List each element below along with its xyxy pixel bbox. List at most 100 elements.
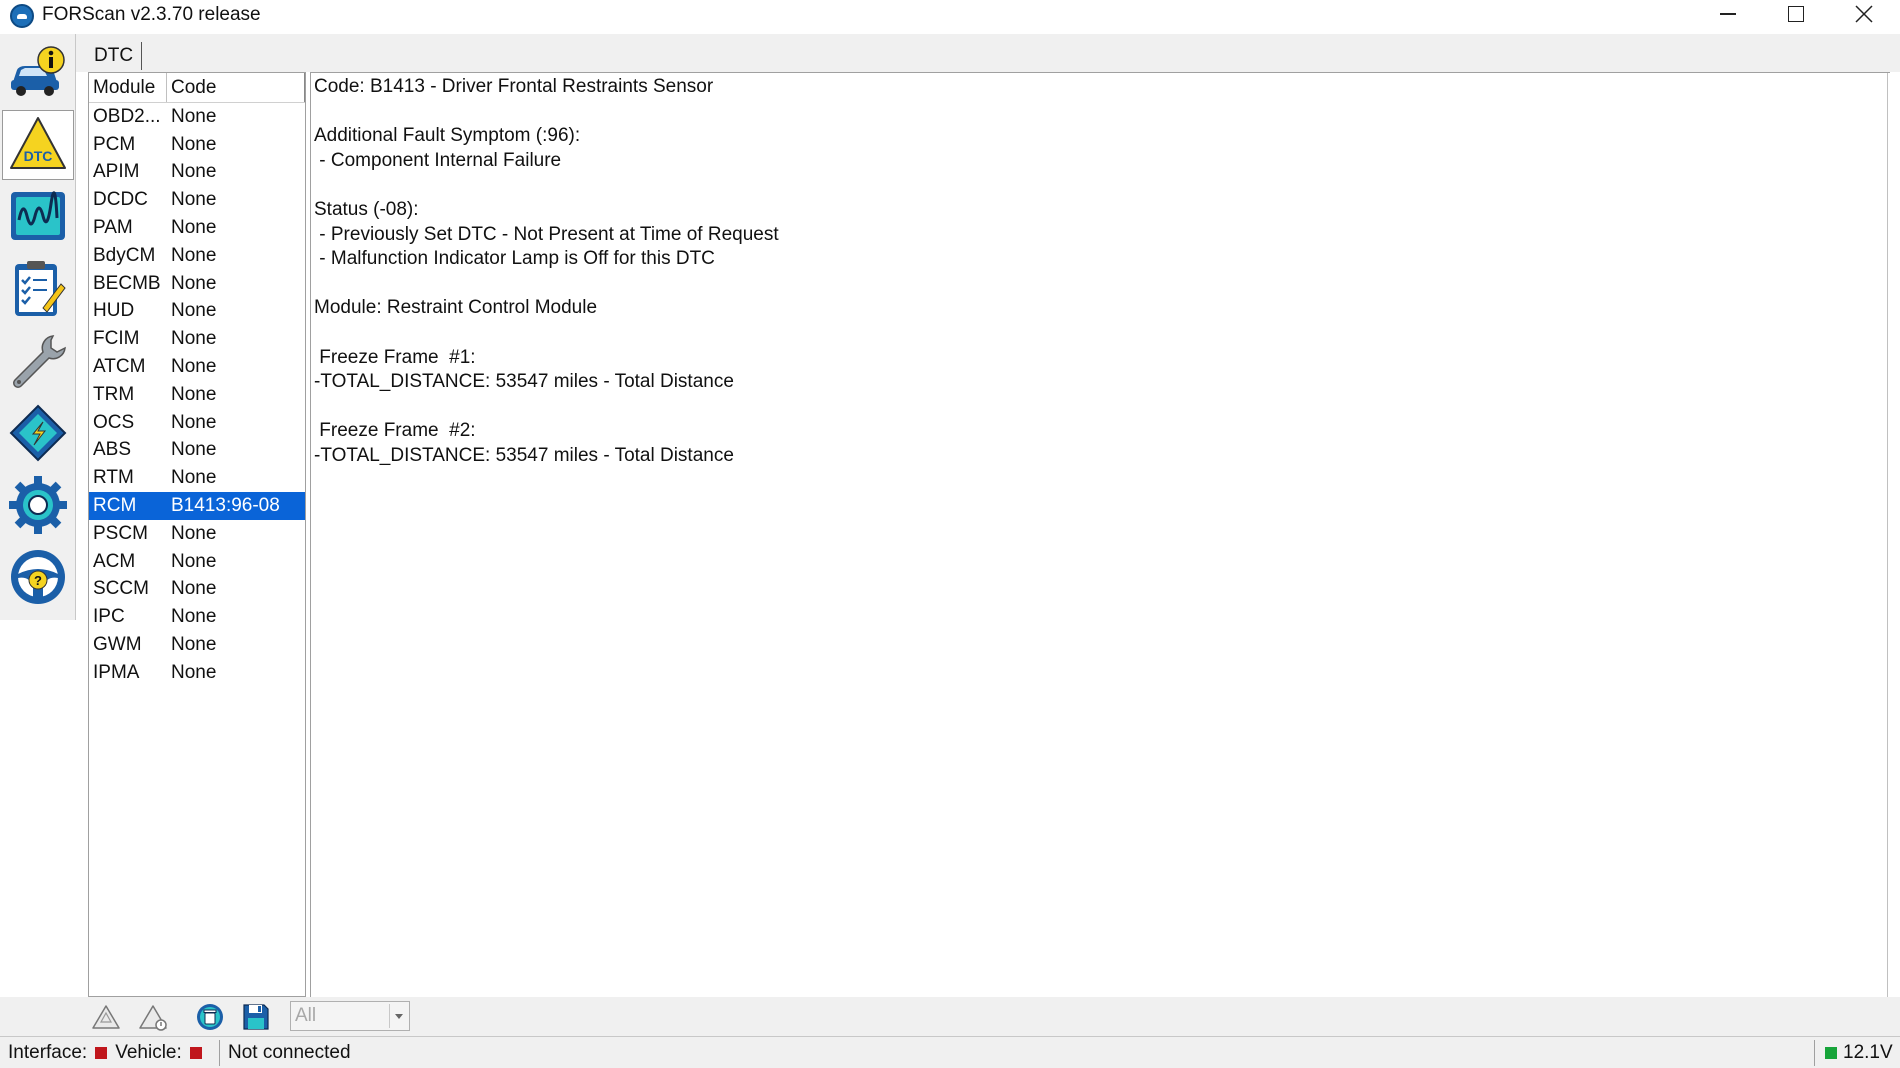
module-code: None (171, 161, 217, 183)
detail-line: Freeze Frame #1: (314, 346, 476, 368)
module-name: IPC (93, 606, 125, 628)
detail-line: -TOTAL_DISTANCE: 53547 miles - Total Dis… (314, 445, 734, 466)
module-row-sccm[interactable]: SCCM None (89, 576, 305, 604)
module-name: RCM (93, 495, 137, 517)
module-code: None (171, 356, 217, 378)
interface-status-led (95, 1047, 108, 1059)
module-row-ipc[interactable]: IPC None (89, 603, 305, 631)
column-header-code[interactable]: Code (167, 73, 305, 102)
window-title: FORScan v2.3.70 release (42, 4, 261, 25)
warning-details-icon (139, 1005, 167, 1031)
detail-line: - Component Internal Failure (314, 149, 562, 171)
wrench-icon (13, 335, 66, 388)
module-code: None (171, 383, 217, 405)
column-header-module[interactable]: Module (89, 73, 167, 102)
checklist-icon (15, 261, 66, 316)
module-code: None (171, 661, 217, 683)
module-row-ocs[interactable]: OCS None (89, 409, 305, 437)
module-code: None (171, 189, 217, 211)
voltage-value: 12.1V (1843, 1042, 1893, 1063)
module-row-obd2[interactable]: OBD2... None (89, 103, 305, 131)
sidebar-item-oscilloscope[interactable] (2, 182, 74, 252)
save-button[interactable] (238, 1001, 274, 1033)
module-name: DCDC (93, 189, 148, 211)
sidebar-item-dtc[interactable]: DTC (2, 110, 74, 180)
tab-dtc[interactable]: DTC (86, 42, 143, 70)
interface-label: Interface: (8, 1042, 88, 1063)
detail-line: -TOTAL_DISTANCE: 53547 miles - Total Dis… (314, 371, 734, 393)
sidebar-item-vehicle-info[interactable] (2, 38, 74, 108)
module-row-rtm[interactable]: RTM None (89, 464, 305, 492)
sidebar-item-service[interactable] (2, 326, 74, 396)
module-row-dcdc[interactable]: DCDC None (89, 186, 305, 214)
dtc-warning-icon: DTC (10, 117, 66, 169)
module-name: IPMA (93, 661, 140, 683)
module-row-gwm[interactable]: GWM None (89, 631, 305, 659)
detail-scrollbar[interactable] (1887, 73, 1890, 997)
module-code: None (171, 467, 217, 489)
read-dtc-details-button[interactable] (136, 1001, 172, 1033)
module-row-ipma[interactable]: IPMA None (89, 659, 305, 687)
minimize-icon (1720, 13, 1736, 15)
module-row-rcm[interactable]: RCM B1413:96-08 (89, 492, 305, 520)
title-bar: FORScan v2.3.70 release (0, 0, 1900, 34)
detail-line: Freeze Frame #2: (314, 420, 476, 442)
module-list[interactable]: Module Code OBD2... None PCM None APIM None DC… (88, 72, 306, 997)
module-code: None (171, 328, 217, 350)
module-row-trm[interactable]: TRM None (89, 381, 305, 409)
oscilloscope-icon (11, 191, 65, 240)
module-code: None (171, 300, 217, 322)
module-code: None (171, 634, 217, 656)
module-row-atcm[interactable]: ATCM None (89, 353, 305, 381)
sidebar-item-settings[interactable] (2, 470, 74, 540)
close-button[interactable] (1830, 0, 1898, 28)
trash-icon (197, 1004, 223, 1030)
close-icon (1855, 5, 1873, 23)
module-row-bdycm[interactable]: BdyCM None (89, 242, 305, 270)
detail-line: Code: B1413 - Driver Frontal Restraints … (314, 76, 714, 97)
dtc-detail-panel: Code: B1413 - Driver Frontal Restraints … (310, 72, 1890, 997)
minimize-button[interactable] (1694, 0, 1762, 28)
detail-line: Status (-08): (314, 199, 419, 220)
detail-line: - Previously Set DTC - Not Present at Ti… (314, 223, 779, 245)
sidebar-item-help[interactable]: ? (2, 542, 74, 612)
connection-status: Not connected (228, 1042, 351, 1063)
module-row-acm[interactable]: ACM None (89, 548, 305, 576)
module-code: None (171, 606, 217, 628)
module-name: PSCM (93, 522, 148, 544)
maximize-button[interactable] (1762, 0, 1830, 28)
module-row-fcim[interactable]: FCIM None (89, 325, 305, 353)
dtc-filter-select[interactable]: All (290, 1001, 410, 1031)
read-dtc-button[interactable] (88, 1001, 124, 1033)
car-info-icon (11, 46, 65, 96)
status-bar: Interface: Vehicle: Not connected 12.1V (0, 1036, 1900, 1068)
sidebar-item-tests[interactable] (2, 254, 74, 324)
module-list-header: Module Code (89, 73, 305, 103)
dtc-filter-value: All (295, 1005, 317, 1026)
module-code: None (171, 439, 217, 461)
dtc-toolbar: All (0, 997, 1900, 1036)
module-code: None (171, 411, 217, 433)
module-row-becmb[interactable]: BECMB None (89, 270, 305, 298)
module-row-abs[interactable]: ABS None (89, 437, 305, 465)
module-name: PCM (93, 133, 136, 155)
module-row-hud[interactable]: HUD None (89, 298, 305, 326)
clear-dtc-button[interactable] (192, 1001, 228, 1033)
module-name: OBD2... (93, 105, 161, 127)
vehicle-status-led (189, 1047, 202, 1059)
module-code: None (171, 578, 217, 600)
module-name: ACM (93, 550, 136, 572)
module-code: None (171, 244, 217, 266)
module-row-pscm[interactable]: PSCM None (89, 520, 305, 548)
detail-line: - Malfunction Indicator Lamp is Off for … (314, 248, 715, 270)
detail-line: Module: Restraint Control Module (314, 297, 598, 319)
svg-text:DTC: DTC (24, 148, 53, 164)
module-row-apim[interactable]: APIM None (89, 159, 305, 187)
module-code: None (171, 217, 217, 239)
module-name: TRM (93, 383, 135, 405)
module-row-pcm[interactable]: PCM None (89, 131, 305, 159)
module-row-pam[interactable]: PAM None (89, 214, 305, 242)
sidebar-item-configuration[interactable] (2, 398, 74, 468)
module-name: APIM (93, 161, 140, 183)
svg-text:?: ? (34, 573, 42, 588)
